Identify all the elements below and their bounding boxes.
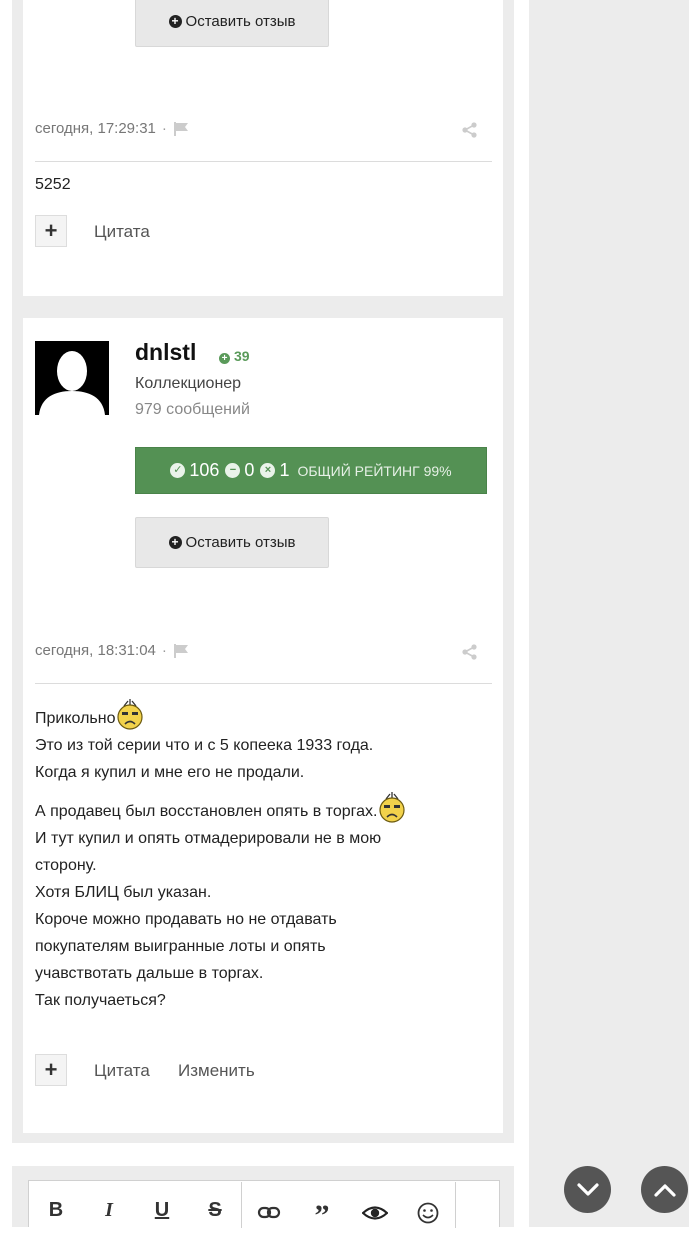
post-meta: сегодня, 18:31:04 · [35,642,189,659]
post-content: Прикольно Это из той серии что и с 5 коп… [35,697,455,1014]
plus-circle-icon: + [168,536,182,549]
trade-rating-bar[interactable]: ✓ 106 − 0 × 1 ОБЩИЙ РЕЙТИНГ 99% [135,447,487,494]
plus-circle-icon: + [219,353,230,364]
meta-separator: · [161,120,167,137]
strikethrough-icon[interactable]: S [202,1199,228,1221]
underline-icon[interactable]: U [149,1199,175,1221]
meta-separator: · [161,642,167,659]
leave-review-button[interactable]: + Оставить отзыв [135,0,329,47]
bold-icon[interactable]: B [43,1199,69,1221]
quote-icon[interactable]: ” [309,1199,335,1232]
post-line: И тут купил и опять отмадерировали не в … [35,830,382,874]
post-line: Короче можно продавать но не отдавать по… [35,911,337,982]
quote-link[interactable]: Цитата [94,1061,150,1081]
post-timestamp[interactable]: сегодня, 17:29:31 [35,120,156,137]
avatar[interactable] [35,341,109,415]
chevron-down-icon [576,1182,599,1196]
italic-icon[interactable]: I [96,1199,122,1221]
link-icon[interactable] [256,1202,282,1224]
rating-negative: × 1 [260,460,289,481]
post-line: Прикольно [35,697,455,732]
post-line: Так получаеться? [35,992,166,1009]
chevron-up-icon [653,1183,676,1197]
leave-review-label: Оставить отзыв [185,534,296,551]
post-line: Хотя БЛИЦ был указан. [35,884,212,901]
rating-positive: ✓ 106 [170,460,219,481]
post-line: Когда я купил и мне его не продали. [35,764,305,781]
post-count: 979 сообщений [135,401,250,418]
edit-link[interactable]: Изменить [178,1061,255,1081]
post-divider [35,683,492,684]
rating-caption: ОБЩИЙ РЕЙТИНГ 99% [297,462,452,479]
report-flag-icon[interactable] [173,121,189,136]
rating-negative-value: 1 [279,460,290,480]
toolbar-separator [241,1182,242,1228]
reputation-plus-button[interactable]: + [35,215,67,247]
default-avatar-icon [35,341,109,415]
user-rank: Коллекционер [135,375,242,392]
reputation-plus-button[interactable]: + [35,1054,67,1086]
right-panel [529,0,689,1227]
quote-link[interactable]: Цитата [94,222,150,242]
post-line: Это из той серии что и с 5 копеека 1933 … [35,737,374,754]
rating-positive-value: 106 [189,460,220,480]
angry-smiley-icon [379,792,406,823]
share-icon[interactable] [461,644,478,660]
leave-review-label: Оставить отзыв [185,13,296,30]
spoiler-eye-icon[interactable] [362,1202,388,1224]
post-divider [35,161,492,162]
angry-smiley-icon [117,699,144,730]
plus-circle-icon: + [168,15,182,28]
share-icon[interactable] [461,122,478,138]
check-circle-icon: ✓ [170,463,186,478]
scroll-up-button[interactable] [641,1166,688,1213]
reputation-value: 39 [234,348,250,364]
post-timestamp[interactable]: сегодня, 18:31:04 [35,642,156,659]
rating-neutral: − 0 [225,460,254,481]
post-meta: сегодня, 17:29:31 · [35,120,189,137]
rating-neutral-value: 0 [244,460,255,480]
times-circle-icon: × [260,463,276,478]
minus-circle-icon: − [225,463,241,478]
report-flag-icon[interactable] [173,643,189,658]
smiley-icon[interactable] [415,1202,441,1224]
post-line: А продавец был восстановлен опять в торг… [35,790,455,825]
reputation-badge: +39 [219,348,250,364]
toolbar-separator [455,1182,456,1228]
post-content: 5252 [35,176,71,193]
leave-review-button[interactable]: + Оставить отзыв [135,517,329,568]
scroll-down-button[interactable] [564,1166,611,1213]
username[interactable]: dnlstl [135,339,196,366]
